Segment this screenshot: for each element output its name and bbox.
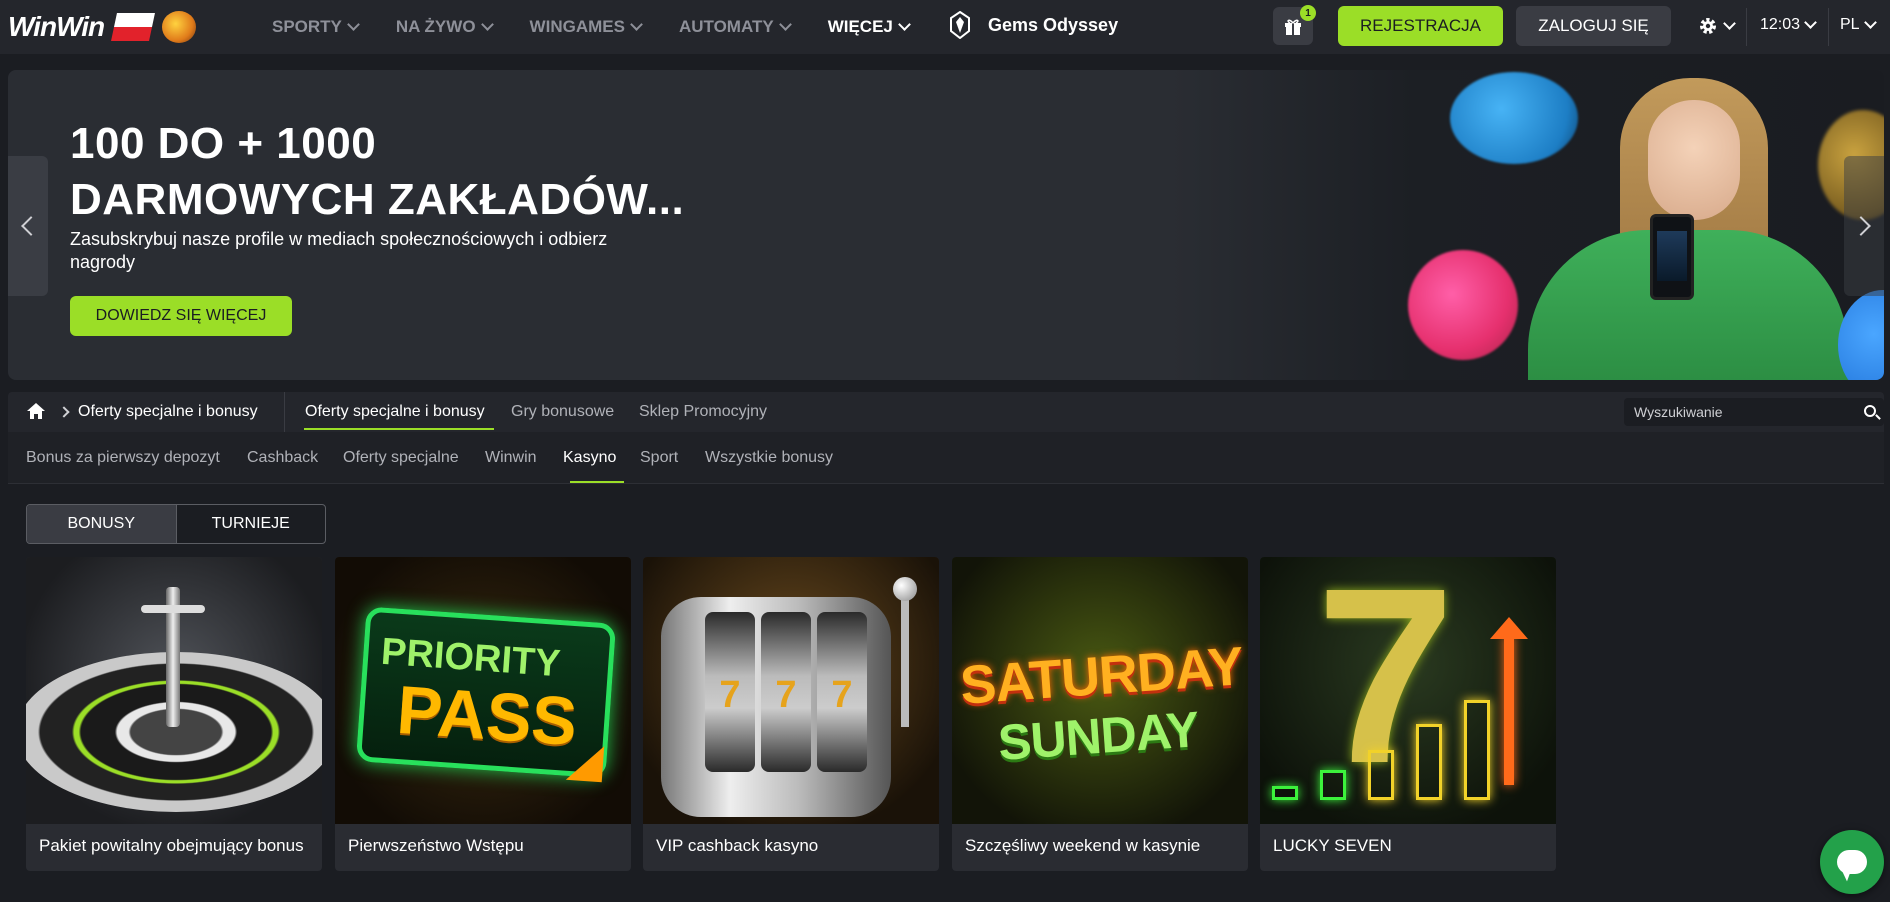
divider: [284, 392, 285, 432]
nav-item-automaty[interactable]: AUTOMATY: [679, 17, 792, 37]
roulette-image: [26, 557, 322, 824]
divider: [1746, 8, 1747, 46]
bonus-card-title: Pakiet powitalny obejmujący bonus: [39, 836, 304, 855]
mascot-icon: [162, 11, 197, 43]
art-text: 7: [775, 674, 797, 716]
chevron-down-icon: [630, 18, 643, 31]
active-filter-indicator: [570, 481, 624, 483]
filter-winwin[interactable]: Winwin: [485, 449, 537, 467]
search-placeholder: Wyszukiwanie: [1634, 404, 1723, 420]
bonus-tournament-toggle: BONUSY TURNIEJE: [26, 504, 326, 544]
art-text: 7: [719, 674, 741, 716]
search-input[interactable]: Wyszukiwanie: [1624, 398, 1884, 426]
slot-machine-image: 7 7 7: [643, 557, 939, 824]
bonus-card[interactable]: 7 7 7 VIP cashback kasyno: [643, 557, 939, 871]
gem-shield-icon: [950, 11, 970, 39]
filter-kasyno[interactable]: Kasyno: [563, 449, 616, 467]
chevron-down-icon: [347, 18, 360, 31]
gift-button[interactable]: 1: [1273, 5, 1316, 45]
bonus-card-title: VIP cashback kasyno: [656, 836, 819, 855]
toggle-bonusy[interactable]: BONUSY: [27, 505, 176, 543]
gear-icon: [1700, 18, 1716, 34]
promo-banner[interactable]: 100 DO + 1000 DARMOWYCH ZAKŁADÓW... Zasu…: [8, 70, 1884, 380]
bonus-card[interactable]: SATURDAY SUNDAY Szczęśliwy weekend w kas…: [952, 557, 1248, 871]
bonus-card[interactable]: 7 LUCKY SEVEN: [1260, 557, 1556, 871]
category-filter-bar: Bonus za pierwszy depozyt Cashback Ofert…: [8, 432, 1884, 484]
nav-item-na-zywo[interactable]: NA ŻYWO: [396, 17, 494, 37]
facebook-logo: [1838, 290, 1884, 380]
learn-more-button[interactable]: DOWIEDZ SIĘ WIĘCEJ: [70, 296, 292, 336]
chevron-down-icon: [1863, 16, 1877, 29]
chevron-right-icon: [58, 406, 70, 418]
lucky-seven-image: 7: [1260, 557, 1556, 824]
tab-gry-bonusowe[interactable]: Gry bonusowe: [511, 403, 614, 421]
filter-special-offers[interactable]: Oferty specjalne: [343, 449, 459, 467]
chevron-down-icon: [480, 18, 494, 31]
featured-game-label: Gems Odyssey: [988, 14, 1119, 35]
bonus-card[interactable]: Pakiet powitalny obejmujący bonus: [26, 557, 322, 871]
chevron-down-icon: [1723, 17, 1736, 30]
nav-item-sporty[interactable]: SPORTY: [272, 17, 360, 37]
featured-game-link[interactable]: Gems Odyssey: [950, 11, 1118, 39]
site-logo[interactable]: WinWin: [8, 11, 197, 43]
bonus-card-title: Szczęśliwy weekend w kasynie: [965, 836, 1201, 855]
section-tabs-bar: Oferty specjalne i bonusy Oferty specjal…: [8, 392, 1884, 432]
breadcrumb-current[interactable]: Oferty specjalne i bonusy: [78, 403, 258, 421]
active-tab-indicator: [304, 428, 494, 430]
weekend-image: SATURDAY SUNDAY: [952, 557, 1248, 824]
main-menu: SPORTY NA ŻYWO WINGAMES AUTOMATY WIĘCEJ: [272, 0, 947, 54]
nav-item-wingames[interactable]: WINGAMES: [530, 17, 643, 37]
chevron-down-icon: [1804, 16, 1817, 29]
bonus-card[interactable]: PRIORITY PASS Pierwszeństwo Wstępu: [335, 557, 631, 871]
register-button[interactable]: REJESTRACJA: [1338, 6, 1503, 46]
banner-model-face: [1648, 100, 1740, 220]
chat-bubble-icon: [1837, 850, 1867, 874]
tab-sklep-promocyjny[interactable]: Sklep Promocyjny: [639, 403, 767, 421]
poland-flag-icon: [111, 13, 156, 41]
divider: [1828, 8, 1829, 46]
filter-all-bonuses[interactable]: Wszystkie bonusy: [705, 449, 833, 467]
home-icon[interactable]: [26, 402, 46, 420]
banner-title: 100 DO + 1000 DARMOWYCH ZAKŁADÓW...: [70, 119, 685, 224]
bonus-card-title: Pierwszeństwo Wstępu: [348, 836, 524, 855]
chevron-left-icon: [21, 216, 41, 236]
toggle-turnieje[interactable]: TURNIEJE: [175, 505, 326, 543]
priority-pass-image: PRIORITY PASS: [335, 557, 631, 824]
nav-item-wiecej[interactable]: WIĘCEJ: [828, 17, 911, 37]
banner-subtitle: Zasubskrybuj nasze profile w mediach spo…: [70, 229, 608, 272]
login-button[interactable]: ZALOGUJ SIĘ: [1516, 6, 1671, 46]
tab-oferty-specjalne[interactable]: Oferty specjalne i bonusy: [305, 403, 485, 421]
clock-dropdown[interactable]: 12:03: [1760, 16, 1817, 34]
chat-button[interactable]: [1820, 830, 1884, 894]
art-text: 7: [831, 674, 853, 716]
art-text: PASS: [394, 671, 580, 761]
filter-cashback[interactable]: Cashback: [247, 449, 318, 467]
instagram-logo: [1408, 250, 1518, 360]
banner-next-button[interactable]: [1844, 156, 1884, 296]
language-dropdown[interactable]: PL: [1840, 16, 1877, 34]
chevron-down-icon: [778, 18, 792, 31]
notification-badge: 1: [1300, 5, 1316, 21]
phone-image: [1650, 214, 1694, 300]
settings-dropdown[interactable]: [1697, 15, 1736, 37]
search-icon[interactable]: [1864, 405, 1876, 417]
filter-sport[interactable]: Sport: [640, 449, 678, 467]
chevron-down-icon: [898, 18, 911, 31]
banner-prev-button[interactable]: [8, 156, 48, 296]
gift-icon: [1285, 19, 1301, 35]
bonus-card-title: LUCKY SEVEN: [1273, 836, 1392, 855]
top-navigation: WinWin SPORTY NA ŻYWO WINGAMES AUTOMATY …: [0, 0, 1890, 54]
telegram-logo: [1450, 72, 1578, 164]
logo-text: WinWin: [8, 11, 105, 42]
filter-first-deposit[interactable]: Bonus za pierwszy depozyt: [26, 449, 220, 467]
chevron-right-icon: [1851, 216, 1871, 236]
